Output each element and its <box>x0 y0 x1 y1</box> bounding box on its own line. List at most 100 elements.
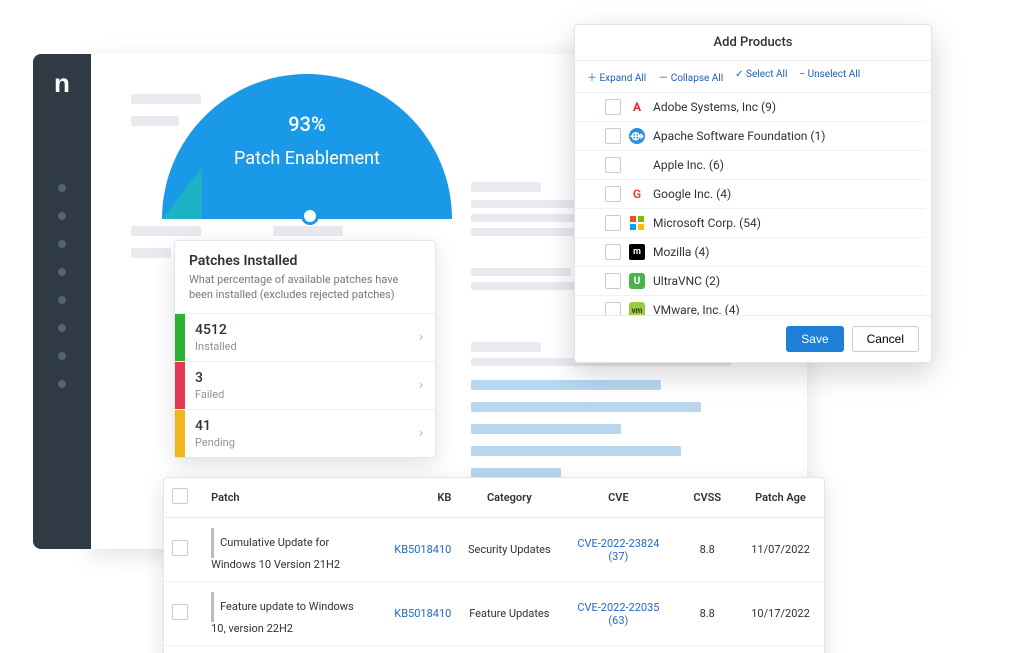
stat-pending[interactable]: 41 Pending › <box>175 409 435 457</box>
expand-all-link[interactable]: ＋ Expand All <box>587 69 646 84</box>
apache-icon: ⟴ <box>629 128 645 144</box>
table-row[interactable]: Feature update to Windows 10, version 22… <box>164 582 824 646</box>
adobe-icon: A <box>629 99 645 115</box>
kb-link[interactable]: KB5018410 <box>377 518 459 582</box>
vendor-checkbox[interactable] <box>605 273 621 289</box>
apple-icon <box>629 157 645 173</box>
cve-link[interactable]: CVE-2022-23824 (37) <box>559 518 677 582</box>
vendor-row[interactable]: m Mozilla (4) <box>575 238 925 267</box>
collapse-all-link[interactable]: － Collapse All <box>658 69 723 84</box>
vendor-name: UltraVNC (2) <box>653 274 720 288</box>
dialog-title: Add Products <box>575 25 931 61</box>
vendor-name: VMware, Inc. (4) <box>653 303 740 315</box>
patch-name: Feature update to Windows 10, version 22… <box>211 600 354 635</box>
nav-item[interactable] <box>58 324 66 332</box>
patch-age: 10/17/2022 <box>737 582 824 646</box>
vendor-row[interactable]: Microsoft Corp. (54) <box>575 209 925 238</box>
vendor-checkbox[interactable] <box>605 157 621 173</box>
vendor-name: Mozilla (4) <box>653 245 709 259</box>
placeholder <box>471 380 661 390</box>
category: Feature Updates <box>459 582 559 646</box>
placeholder <box>471 268 571 276</box>
cvss: 8.8 <box>677 582 737 646</box>
table-row[interactable]: VMware, Inc. - Display - 9.17.4.2 Driver… <box>164 646 824 653</box>
vendor-checkbox[interactable] <box>605 128 621 144</box>
nav-item[interactable] <box>58 184 66 192</box>
stat-value: 4512 <box>195 322 397 338</box>
ultravnc-icon: U <box>629 273 645 289</box>
category: Security Updates <box>459 518 559 582</box>
category: Driver Updates <box>459 646 559 653</box>
vendor-checkbox[interactable] <box>605 186 621 202</box>
cve-link[interactable]: CVE-2022-22035 (63) <box>559 582 677 646</box>
vendor-row[interactable]: ⟴Apache Software Foundation (1) <box>575 122 925 151</box>
vendor-row[interactable]: vm VMware, Inc. (4) <box>575 296 925 315</box>
add-products-dialog: Add Products ＋ Expand All － Collapse All… <box>574 24 932 363</box>
gauge-percent: 93% <box>162 112 452 136</box>
mozilla-icon: m <box>629 244 645 260</box>
chevron-right-icon: › <box>407 410 435 457</box>
vendor-row[interactable]: GGoogle Inc. (4) <box>575 180 925 209</box>
vendor-checkbox[interactable] <box>605 99 621 115</box>
status-bar-green <box>175 314 185 361</box>
gauge-pin <box>301 207 319 225</box>
placeholder <box>471 182 541 192</box>
placeholder <box>471 402 701 412</box>
save-button[interactable]: Save <box>786 326 843 352</box>
vendor-row[interactable]: U UltraVNC (2) <box>575 267 925 296</box>
nav-item[interactable] <box>58 352 66 360</box>
sidebar-nav <box>33 184 91 388</box>
row-checkbox[interactable] <box>172 604 188 620</box>
col-category[interactable]: Category <box>459 478 559 518</box>
card-title: Patches Installed <box>189 253 421 269</box>
row-checkbox[interactable] <box>172 540 188 556</box>
stat-installed[interactable]: 4512 Installed › <box>175 313 435 361</box>
status-bar-red <box>175 362 185 409</box>
vendor-name: Microsoft Corp. (54) <box>653 216 761 230</box>
nav-item[interactable] <box>58 268 66 276</box>
stat-failed[interactable]: 3 Failed › <box>175 361 435 409</box>
cve-link[interactable]: ADV220005 (27) <box>559 646 677 653</box>
placeholder <box>131 248 171 258</box>
placeholder <box>471 424 621 434</box>
col-kb[interactable]: KB <box>377 478 459 518</box>
nav-item[interactable] <box>58 380 66 388</box>
stat-label: Failed <box>195 388 397 401</box>
chevron-right-icon: › <box>407 362 435 409</box>
vendor-name: Google Inc. (4) <box>653 187 731 201</box>
cancel-button[interactable]: Cancel <box>852 326 919 352</box>
stat-value: 3 <box>195 370 397 386</box>
kb-link[interactable]: KB5018410 <box>377 582 459 646</box>
col-cve[interactable]: CVE <box>559 478 677 518</box>
placeholder <box>471 342 541 352</box>
nav-item[interactable] <box>58 212 66 220</box>
vendor-list[interactable]: A Adobe Systems, Inc (9) ⟴Apache Software… <box>575 92 931 315</box>
vendor-row[interactable]: A Adobe Systems, Inc (9) <box>575 93 925 122</box>
select-all-link[interactable]: ✓ Select All <box>735 69 787 84</box>
select-all-checkbox[interactable] <box>172 488 188 504</box>
status-bar-yellow <box>175 410 185 457</box>
dialog-footer: Save Cancel <box>575 315 931 362</box>
table-row[interactable]: Cumulative Update for Windows 10 Version… <box>164 518 824 582</box>
app-logo: n <box>33 54 91 112</box>
vmware-icon: vm <box>629 302 645 315</box>
vendor-checkbox[interactable] <box>605 244 621 260</box>
row-bar <box>211 528 214 558</box>
row-bar <box>211 592 214 622</box>
patch-age: 11/07/2022 <box>737 518 824 582</box>
col-patch[interactable]: Patch <box>203 478 377 518</box>
vendor-checkbox[interactable] <box>605 302 621 315</box>
col-age[interactable]: Patch Age <box>737 478 824 518</box>
col-cvss[interactable]: CVSS <box>677 478 737 518</box>
nav-item[interactable] <box>58 240 66 248</box>
patch-age: 12/12/2022 <box>737 646 824 653</box>
gauge-label: Patch Enablement <box>162 148 452 169</box>
vendor-checkbox[interactable] <box>605 215 621 231</box>
chevron-right-icon: › <box>407 314 435 361</box>
unselect-all-link[interactable]: − Unselect All <box>799 69 860 84</box>
vendor-name: Adobe Systems, Inc (9) <box>653 100 776 114</box>
microsoft-icon <box>629 215 645 231</box>
nav-item[interactable] <box>58 296 66 304</box>
kb-link[interactable] <box>377 646 459 653</box>
vendor-row[interactable]: Apple Inc. (6) <box>575 151 925 180</box>
